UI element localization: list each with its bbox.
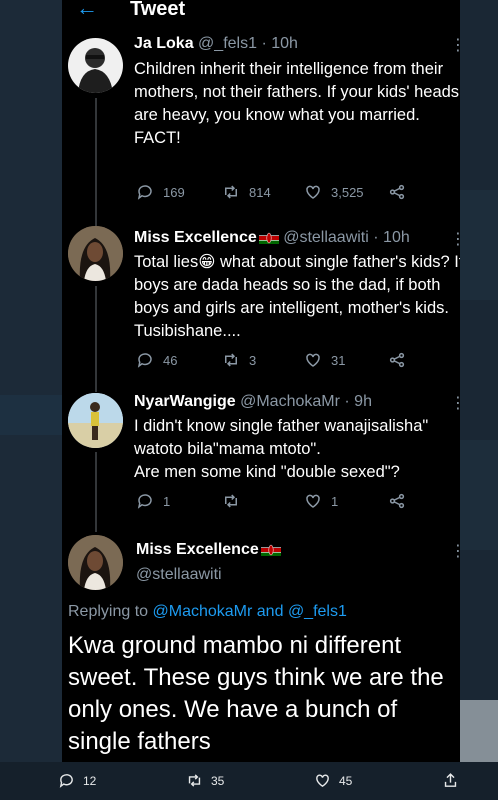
background-card [0, 395, 62, 435]
retweet-count: 35 [211, 773, 225, 788]
retweet-icon [225, 353, 237, 367]
reply-icon [137, 185, 152, 200]
like-count: 1 [331, 493, 339, 509]
tweet-header: ← Tweet [62, 0, 460, 24]
like-button[interactable]: 3,525 [304, 183, 364, 201]
more-options-icon[interactable]: ⋮ [450, 35, 460, 55]
more-options-icon[interactable]: ⋮ [450, 393, 460, 413]
retweet-button[interactable]: 3 [222, 351, 256, 369]
back-arrow-icon[interactable]: ← [76, 0, 98, 21]
user-handle[interactable]: @stellaawiti [283, 229, 369, 246]
share-button[interactable] [388, 492, 406, 510]
tweet-actions: 1 1 [136, 492, 456, 512]
reply-button[interactable]: 46 [136, 351, 177, 369]
background-right-panel [460, 0, 498, 800]
upload-share-icon [444, 773, 457, 787]
mention-link[interactable]: @MachokaMr [153, 603, 253, 620]
tweet-time[interactable]: · 10h [373, 229, 409, 246]
kenya-flag-icon [258, 231, 279, 244]
share-button[interactable] [388, 183, 406, 201]
tweet-text: I didn't know single father wanajisalish… [134, 417, 429, 481]
reply-icon [137, 353, 152, 368]
heart-icon [316, 774, 329, 788]
user-handle[interactable]: @stellaawiti [136, 566, 222, 583]
tweet-time[interactable]: · 10h [261, 35, 297, 52]
thread-connector [95, 452, 97, 532]
share-icon [389, 493, 405, 509]
background-card [460, 190, 498, 300]
background-card [460, 440, 498, 550]
tweet-text: Children inherit their intelligence from… [134, 60, 460, 147]
like-button[interactable]: 1 [304, 492, 338, 510]
like-count: 3,525 [331, 184, 364, 200]
tweet-actions: 169 814 3,525 [136, 183, 456, 203]
user-handle[interactable]: @MachokaMr [240, 393, 340, 410]
heart-icon [306, 494, 320, 508]
tweet-actions: 46 3 31 [136, 351, 456, 371]
avatar[interactable] [68, 226, 123, 281]
tweet-time[interactable]: · 9h [344, 393, 372, 410]
heart-icon [306, 353, 320, 367]
like-button[interactable]: 31 [304, 351, 345, 369]
like-count: 31 [331, 352, 346, 368]
more-options-icon[interactable]: ⋮ [450, 229, 460, 249]
retweet-button[interactable] [222, 492, 249, 510]
background-card [460, 700, 498, 762]
avatar[interactable] [68, 38, 123, 93]
page-title: Tweet [130, 0, 186, 20]
reply-count: 46 [163, 352, 178, 368]
share-icon [389, 352, 405, 368]
mention-link[interactable]: @_fels1 [288, 603, 347, 620]
display-name[interactable]: NyarWangige [134, 393, 236, 410]
share-button[interactable] [442, 772, 459, 789]
display-name[interactable]: Miss Excellence [136, 541, 259, 558]
main-tweet-text: Kwa ground mambo ni different sweet. The… [68, 632, 444, 755]
share-icon [389, 184, 405, 200]
display-name[interactable]: Ja Loka [134, 35, 194, 52]
reply-icon [137, 494, 152, 509]
heart-icon [306, 185, 320, 199]
kenya-flag-icon [260, 543, 281, 556]
tweet-text: Total lies😁 what about single father's k… [134, 253, 460, 340]
user-handle[interactable]: @_fels1 [198, 35, 257, 52]
reply-icon [59, 774, 73, 788]
retweet-button[interactable]: 35 [186, 772, 224, 789]
like-button[interactable]: 45 [314, 772, 352, 789]
thread-connector [95, 98, 97, 228]
reply-button[interactable]: 169 [136, 183, 185, 201]
display-name[interactable]: Miss Excellence [134, 229, 257, 246]
more-options-icon[interactable]: ⋮ [450, 541, 460, 561]
share-button[interactable] [388, 351, 406, 369]
reply-count: 12 [83, 773, 97, 788]
avatar[interactable] [68, 535, 123, 590]
avatar[interactable] [68, 393, 123, 448]
retweet-icon [188, 774, 201, 787]
reply-button[interactable]: 1 [136, 492, 170, 510]
tweet-panel: ← Tweet Ja Loka @_fels1 · 10h ⋮ Children… [62, 0, 460, 762]
like-count: 45 [339, 773, 353, 788]
retweet-count: 3 [249, 352, 257, 368]
reply-button[interactable]: 12 [58, 772, 96, 789]
retweet-icon [225, 185, 237, 199]
thread-connector [95, 286, 97, 392]
retweet-button[interactable]: 814 [222, 183, 271, 201]
reply-count: 169 [163, 184, 185, 200]
reply-count: 1 [163, 493, 171, 509]
bottom-action-bar: 12 35 45 [0, 762, 498, 800]
replying-to: Replying to @MachokaMr and @_fels1 [68, 603, 347, 620]
retweet-count: 814 [249, 184, 271, 200]
retweet-icon [225, 494, 237, 508]
